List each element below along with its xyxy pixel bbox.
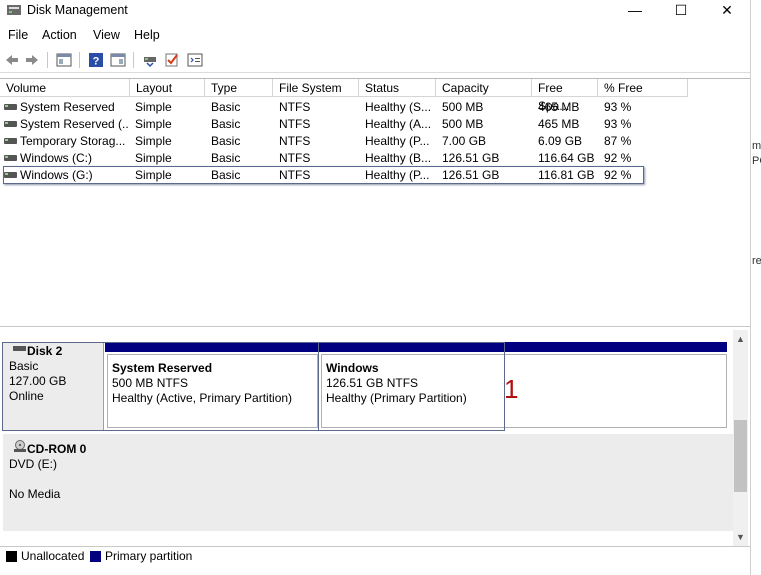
cd-rom-empty-area bbox=[103, 434, 733, 531]
toolbar: ? bbox=[0, 48, 750, 73]
volume-type: Basic bbox=[211, 100, 241, 114]
background-text-fragment: re bbox=[752, 255, 761, 267]
primary-partition-swatch bbox=[90, 551, 101, 562]
volume-type: Basic bbox=[211, 117, 241, 131]
volume-free-space: 6.09 GB bbox=[538, 134, 583, 148]
background-text-fragment: m bbox=[752, 140, 761, 152]
minimize-button[interactable]: — bbox=[612, 0, 658, 22]
scroll-up-icon[interactable]: ▲ bbox=[733, 332, 748, 346]
column-header-free-space[interactable]: Free Spa... bbox=[532, 79, 598, 113]
volume-capacity: 500 MB bbox=[442, 100, 484, 114]
volume-layout: Simple bbox=[135, 117, 172, 131]
volume-icon bbox=[4, 121, 17, 127]
disk-state: No Media bbox=[9, 487, 61, 501]
toolbar-separator bbox=[47, 52, 48, 68]
disk-type: DVD (E:) bbox=[9, 457, 57, 471]
menu-view[interactable]: View bbox=[93, 28, 120, 42]
volume-layout: Simple bbox=[135, 100, 172, 114]
unallocated-swatch bbox=[6, 551, 17, 562]
window-title: Disk Management bbox=[27, 3, 128, 17]
volume-list: Volume Layout Type File System Status Ca… bbox=[0, 78, 750, 325]
background-window-edge bbox=[750, 0, 761, 575]
windows-partition-highlight-outline bbox=[318, 342, 505, 431]
volume-name: Temporary Storag... bbox=[20, 134, 126, 148]
volume-row[interactable]: System Reserved (... Simple Basic NTFS H… bbox=[0, 116, 700, 133]
menu-file[interactable]: File bbox=[8, 28, 28, 42]
cd-rom-0-label[interactable]: CD-ROM 0 DVD (E:) No Media bbox=[3, 434, 104, 531]
volume-file-system: NTFS bbox=[279, 100, 311, 114]
menu-action[interactable]: Action bbox=[42, 28, 77, 42]
scroll-down-icon[interactable]: ▼ bbox=[733, 530, 748, 544]
volume-percent-free: 87 % bbox=[604, 134, 632, 148]
volume-file-system: NTFS bbox=[279, 117, 311, 131]
volume-type: Basic bbox=[211, 134, 241, 148]
volume-layout: Simple bbox=[135, 134, 172, 148]
forward-arrow-icon[interactable] bbox=[24, 52, 40, 68]
legend-primary-partition: Primary partition bbox=[105, 549, 193, 563]
disk-management-app-icon bbox=[7, 5, 21, 15]
column-header-layout[interactable]: Layout bbox=[130, 79, 205, 97]
scrollbar-thumb[interactable] bbox=[734, 420, 747, 492]
volume-capacity: 7.00 GB bbox=[442, 134, 487, 148]
svg-text:?: ? bbox=[93, 56, 100, 68]
volume-status: Healthy (P... bbox=[365, 134, 430, 148]
volume-capacity: 126.51 GB bbox=[442, 151, 500, 165]
volume-percent-free: 93 % bbox=[604, 100, 632, 114]
legend-bar: Unallocated Primary partition bbox=[0, 546, 750, 565]
volume-file-system: NTFS bbox=[279, 134, 311, 148]
help-icon[interactable]: ? bbox=[88, 52, 104, 68]
volume-icon bbox=[4, 155, 17, 161]
menu-help[interactable]: Help bbox=[134, 28, 160, 42]
disk-management-window: Disk Management — ☐ ✕ File Action View H… bbox=[0, 0, 750, 575]
volume-row[interactable]: Windows (C:) Simple Basic NTFS Healthy (… bbox=[0, 150, 700, 167]
volume-layout: Simple bbox=[135, 151, 172, 165]
toolbar-separator bbox=[133, 52, 134, 68]
volume-row[interactable]: Temporary Storag... Simple Basic NTFS He… bbox=[0, 133, 700, 150]
volume-percent-free: 93 % bbox=[604, 117, 632, 131]
background-text-fragment: PC bbox=[752, 155, 761, 167]
cd-rom-icon bbox=[14, 440, 26, 452]
volume-status: Healthy (S... bbox=[365, 100, 432, 114]
volume-name: System Reserved bbox=[20, 100, 115, 114]
column-header-percent-free[interactable]: % Free bbox=[598, 79, 688, 97]
close-button[interactable]: ✕ bbox=[704, 0, 750, 22]
volume-name: Windows (C:) bbox=[20, 151, 93, 165]
checkmark-icon[interactable] bbox=[164, 52, 180, 68]
back-arrow-icon[interactable] bbox=[4, 52, 20, 68]
volume-free-space: 465 MB bbox=[538, 117, 580, 131]
properties-icon[interactable] bbox=[110, 52, 126, 68]
volume-file-system: NTFS bbox=[279, 151, 311, 165]
column-header-capacity[interactable]: Capacity bbox=[436, 79, 532, 97]
volume-capacity: 500 MB bbox=[442, 117, 484, 131]
volume-free-space: 116.64 GB bbox=[538, 151, 595, 165]
volume-row[interactable]: System Reserved Simple Basic NTFS Health… bbox=[0, 99, 700, 116]
volume-status: Healthy (A... bbox=[365, 117, 432, 131]
column-header-status[interactable]: Status bbox=[359, 79, 436, 97]
volume-percent-free: 92 % bbox=[604, 151, 632, 165]
column-header-volume[interactable]: Volume bbox=[0, 79, 130, 97]
console-tree-icon[interactable] bbox=[56, 52, 72, 68]
volume-name: System Reserved (... bbox=[20, 117, 128, 131]
volume-type: Basic bbox=[211, 151, 241, 165]
settings-list-icon[interactable] bbox=[187, 52, 203, 68]
volume-icon bbox=[4, 104, 17, 110]
disk-name: CD-ROM 0 bbox=[27, 442, 87, 456]
title-bar: Disk Management — ☐ ✕ bbox=[0, 0, 750, 22]
volume-free-space: 465 MB bbox=[538, 100, 580, 114]
legend-unallocated: Unallocated bbox=[21, 549, 85, 563]
column-header-type[interactable]: Type bbox=[205, 79, 273, 97]
column-header-file-system[interactable]: File System bbox=[273, 79, 359, 97]
toolbar-separator bbox=[79, 52, 80, 68]
maximize-button[interactable]: ☐ bbox=[658, 0, 704, 22]
connect-disk-icon[interactable] bbox=[142, 52, 158, 68]
annotation-marker: 1 bbox=[504, 374, 519, 404]
volume-status: Healthy (B... bbox=[365, 151, 432, 165]
volume-icon bbox=[4, 138, 17, 144]
selected-row-outline bbox=[3, 166, 644, 184]
